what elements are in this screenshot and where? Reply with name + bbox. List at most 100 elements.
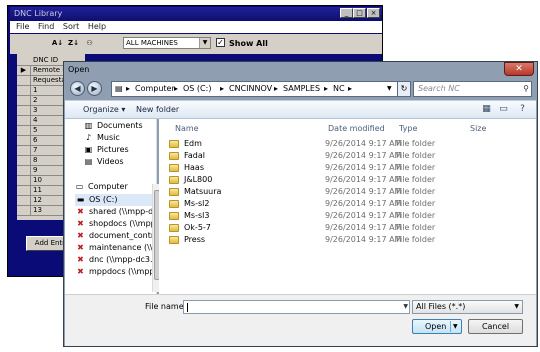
breadcrumb-samples[interactable]: SAMPLES <box>283 82 320 96</box>
network-drive-icon: ✖ <box>77 231 84 240</box>
search-icon: ⚲ <box>523 84 529 93</box>
file-date: 9/26/2014 9:17 AM <box>325 139 402 148</box>
column-header-date-modified[interactable]: Date modified <box>328 123 385 135</box>
binoculars-icon[interactable]: ⚇ <box>83 37 96 50</box>
text-caret <box>187 303 188 312</box>
machine-filter-select[interactable]: ALL MACHINES ▼ <box>123 37 211 49</box>
nav-item-music[interactable]: ♪ Music <box>83 132 120 144</box>
row-marker <box>17 106 31 115</box>
file-name: Press <box>184 235 206 244</box>
nav-item-dnc[interactable]: ✖ dnc (\\mpp-dc3. <box>75 254 152 266</box>
file-name: Edm <box>184 139 202 148</box>
cancel-button[interactable]: Cancel <box>468 319 523 334</box>
file-type: File folder <box>396 163 436 172</box>
list-item[interactable]: Press 9/26/2014 9:17 AM File folder <box>169 234 499 246</box>
breadcrumb-nc[interactable]: NC <box>333 82 345 96</box>
dialog-close-button[interactable]: ✕ <box>504 62 534 76</box>
file-date: 9/26/2014 9:17 AM <box>325 211 402 220</box>
row-marker <box>17 116 31 125</box>
chevron-down-icon[interactable]: ▼ <box>453 320 458 333</box>
nav-item-pictures[interactable]: ▣ Pictures <box>83 144 129 156</box>
close-button[interactable]: × <box>367 8 380 18</box>
organize-button[interactable]: Organize ▾ <box>83 101 125 118</box>
preview-pane-icon[interactable]: ▭ <box>497 103 510 116</box>
nav-item-os-drive[interactable]: ▬ OS (C:) <box>75 194 153 206</box>
grid-cell: 7 <box>33 146 38 154</box>
sort-ascending-icon[interactable]: A↓ <box>51 37 64 50</box>
column-header-size[interactable]: Size <box>470 123 486 135</box>
address-bar[interactable]: ▤ ▸ Computer ▸ OS (C:) ▸ CNCINNOV ▸ SAMP… <box>111 81 408 97</box>
file-name: Matsuura <box>184 187 222 196</box>
folder-icon: ▤ <box>115 84 123 93</box>
column-header-type[interactable]: Type <box>399 123 417 135</box>
navigation-pane: ▥ Documents ♪ Music ▣ Pictures ▤ Videos ▭ Com… <box>65 119 157 294</box>
nav-label: mppdocs (\\mpp <box>89 267 155 276</box>
row-marker <box>17 186 31 195</box>
folder-icon <box>169 236 179 244</box>
chevron-down-icon: ▼ <box>514 303 519 310</box>
nav-item-computer[interactable]: ▭ Computer <box>74 181 128 193</box>
refresh-icon[interactable]: ↻ <box>397 81 411 97</box>
list-item[interactable]: Matsuura 9/26/2014 9:17 AM File folder <box>169 186 499 198</box>
forward-arrow-icon[interactable]: ▶ <box>87 81 102 96</box>
file-type-filter-select[interactable]: All Files (*.*) ▼ <box>412 300 523 314</box>
column-header-name[interactable]: Name <box>175 123 199 135</box>
chevron-down-icon[interactable]: ▼ <box>387 82 392 96</box>
sort-descending-icon[interactable]: Z↓ <box>67 37 80 50</box>
chevron-down-icon[interactable]: ▼ <box>403 302 408 312</box>
maximize-button[interactable]: □ <box>353 8 366 18</box>
list-item[interactable]: Edm 9/26/2014 9:17 AM File folder <box>169 138 499 150</box>
back-arrow-icon[interactable]: ◀ <box>70 81 85 96</box>
file-name: Ms-sl3 <box>184 211 210 220</box>
file-name: J&L800 <box>184 175 213 184</box>
menu-file[interactable]: File <box>16 21 29 33</box>
list-item[interactable]: Fadal 9/26/2014 9:17 AM File folder <box>169 150 499 162</box>
grid-cell: 13 <box>33 206 42 214</box>
list-item[interactable]: J&L800 9/26/2014 9:17 AM File folder <box>169 174 499 186</box>
help-icon[interactable]: ? <box>516 103 529 116</box>
row-marker <box>17 96 31 105</box>
nav-item-documents[interactable]: ▥ Documents <box>83 120 143 132</box>
grid-cell: Requesta <box>33 76 66 84</box>
grid-cell: 10 <box>33 176 42 184</box>
list-item[interactable]: Ms-sl2 9/26/2014 9:17 AM File folder <box>169 198 499 210</box>
file-type: File folder <box>396 175 436 184</box>
grid-cell: 3 <box>33 106 38 114</box>
nav-item-videos[interactable]: ▤ Videos <box>83 156 124 168</box>
dialog-footer: File name: ▼ All Files (*.*) ▼ Open ▼ Ca… <box>65 294 536 346</box>
nav-item-shared[interactable]: ✖ shared (\\mpp-d <box>75 206 153 218</box>
nav-label: Computer <box>88 182 128 191</box>
breadcrumb-computer[interactable]: Computer <box>135 82 175 96</box>
file-list: Name Date modified Type Size Edm 9/26/201… <box>159 119 536 294</box>
minimize-button[interactable]: _ <box>340 8 353 18</box>
new-folder-button[interactable]: New folder <box>136 101 179 118</box>
open-button[interactable]: Open ▼ <box>412 319 462 334</box>
breadcrumb-drive[interactable]: OS (C:) <box>183 82 211 96</box>
open-file-dialog: Open ✕ ◀ ▶ ▤ ▸ Computer ▸ OS (C:) ▸ CNCI… <box>63 61 538 347</box>
row-marker <box>17 136 31 145</box>
file-name: Ms-sl2 <box>184 199 210 208</box>
nav-item-maintenance[interactable]: ✖ maintenance (\\ <box>75 242 152 254</box>
nav-item-shopdocs[interactable]: ✖ shopdocs (\\mpp <box>75 218 156 230</box>
menu-find[interactable]: Find <box>38 21 54 33</box>
nav-item-document-control[interactable]: ✖ document_contr <box>75 230 154 242</box>
view-options-icon[interactable]: ▦ <box>480 103 493 116</box>
show-all-label: Show All <box>229 39 268 48</box>
file-type: File folder <box>396 211 436 220</box>
nav-label: Videos <box>97 157 124 166</box>
network-drive-icon: ✖ <box>77 255 84 264</box>
breadcrumb-cncinnov[interactable]: CNCINNOV <box>229 82 272 96</box>
file-name-input[interactable]: ▼ <box>183 300 410 314</box>
file-type: File folder <box>396 199 436 208</box>
list-item[interactable]: Ms-sl3 9/26/2014 9:17 AM File folder <box>169 210 499 222</box>
menu-sort[interactable]: Sort <box>63 21 79 33</box>
nav-item-mppdocs[interactable]: ✖ mppdocs (\\mpp <box>75 266 155 278</box>
search-input[interactable]: Search NC ⚲ <box>413 81 532 97</box>
menu-help[interactable]: Help <box>88 21 106 33</box>
list-item[interactable]: Ok-5-7 9/26/2014 9:17 AM File folder <box>169 222 499 234</box>
show-all-checkbox[interactable]: ✓ <box>216 38 225 47</box>
dnc-window-title: DNC Library <box>10 7 382 20</box>
dnc-toolbar: A↓ Z↓ ⚇ ALL MACHINES ▼ ✓ Show All <box>10 34 382 54</box>
file-type-filter-value: All Files (*.*) <box>416 302 466 311</box>
list-item[interactable]: Haas 9/26/2014 9:17 AM File folder <box>169 162 499 174</box>
